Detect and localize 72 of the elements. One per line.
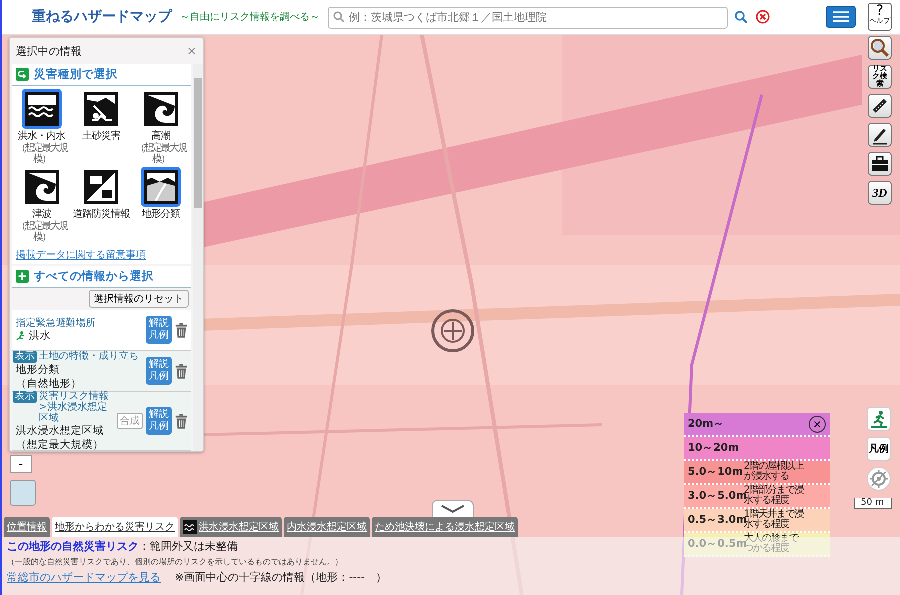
risk-text: この地形の自然災害リスク：範囲外又は未整備 (7, 539, 238, 554)
3d-button[interactable]: 3D (868, 181, 892, 205)
hazard-label: 土砂災害 (82, 130, 120, 143)
visible-badge[interactable]: 表示 (13, 390, 37, 403)
tab[interactable]: 位置情報 (4, 517, 50, 537)
section-title: すべての情報から選択 (34, 269, 154, 284)
section-title: 災害種別で選択 (34, 67, 118, 82)
reset-button[interactable]: 選択情報のリセット (89, 290, 189, 308)
search-icon (734, 10, 748, 24)
combine-button[interactable]: 合成 (117, 413, 143, 430)
hazard-note: （想定最大規模） (15, 143, 69, 165)
legend-band: 3.0～5.0m2階部分まで浸水する程度 (684, 485, 830, 509)
close-button[interactable]: × (809, 416, 826, 432)
visible-badge[interactable]: 表示 (13, 351, 37, 364)
hazard-label: 高潮 (152, 130, 171, 142)
toolbox-icon (870, 154, 890, 174)
hazard-label: 洪水・内水 (18, 130, 66, 142)
layer-subtitle: （想定最大規模） (16, 438, 105, 451)
layer-category: 指定緊急避難場所 (16, 318, 96, 328)
close-button[interactable]: × (186, 44, 197, 58)
notice-link[interactable]: 掲載データに関する留意事項 (12, 246, 191, 264)
trash-icon[interactable] (175, 322, 188, 338)
map-thumbnail[interactable] (10, 480, 36, 506)
app-title: 重ねるハザードマップ (32, 8, 172, 26)
hazard-type-button[interactable] (22, 89, 62, 129)
hazard-note: （想定最大規模） (134, 143, 188, 165)
ruler-button[interactable] (868, 94, 892, 118)
magnifier-icon (870, 38, 890, 58)
trash-icon[interactable] (175, 364, 188, 379)
disclaimer-text: （一般的な自然災害リスクであり、個別の場所のリスクを示しているものではありません。） (7, 556, 343, 568)
app-subtitle: ～自由にリスク情報を調べる～ (180, 10, 320, 24)
layer-category: 災害リスク情報>洪水浸水想定区域 (39, 390, 110, 424)
legend-button[interactable]: 解説凡例 (146, 407, 172, 436)
close-icon (756, 10, 770, 24)
menu-button[interactable] (826, 6, 856, 28)
layer-category: 土地の特徴・成り立ち (39, 351, 139, 362)
panel-title: 選択中の情報 (16, 44, 82, 58)
zoom-out-button[interactable]: - (10, 455, 32, 473)
target-icon (869, 469, 889, 489)
trash-icon[interactable] (175, 414, 188, 429)
layer-name: 地形分類 (16, 363, 60, 378)
crosshair-info: ※画面中心の十字線の情報（地形：---- ） (175, 570, 388, 585)
hazard-type-button[interactable] (141, 167, 182, 207)
crosshair-icon (429, 307, 477, 355)
legend-button[interactable]: 解説凡例 (146, 357, 172, 386)
runner-icon (870, 410, 888, 428)
hazard-map-link[interactable]: 常総市のハザードマップを見る (7, 570, 161, 585)
legend-toggle-button[interactable]: 凡例 (867, 437, 891, 461)
hazard-label: 津波 (32, 208, 52, 220)
hazard-label: 地形分類 (142, 208, 180, 221)
search-field[interactable]: 例：茨城県つくば市北郷１／国土地理院 (328, 6, 728, 28)
legend-band: 20m～ × (684, 413, 830, 437)
legend-button[interactable]: 解説凡例 (146, 316, 172, 344)
scrollbar[interactable] (193, 64, 203, 451)
menu-icon (833, 10, 849, 24)
chevron-icon (440, 504, 466, 514)
hazard-label: 道路防災情報 (72, 208, 130, 221)
return-arrow-icon (16, 68, 29, 81)
legend-band: 0.5～3.0m1階天井まで浸水する程度 (684, 509, 830, 533)
pencil-button[interactable] (868, 123, 892, 147)
scale-bar: 50 m (854, 498, 892, 509)
magnifier-button[interactable] (868, 36, 892, 60)
runner-icon (16, 330, 26, 340)
layer-subtitle: （自然地形） (16, 377, 83, 390)
toolbox-button[interactable] (868, 152, 892, 176)
evacuation-button[interactable] (867, 407, 891, 431)
layer-name: 洪水浸水想定区域 (16, 424, 104, 438)
collapse-button[interactable] (432, 500, 474, 518)
hazard-note: （想定最大規模） (15, 221, 69, 243)
layer-name: 洪水 (29, 328, 51, 342)
plus-icon (16, 270, 29, 283)
legend-band: 10～20m (684, 437, 830, 461)
